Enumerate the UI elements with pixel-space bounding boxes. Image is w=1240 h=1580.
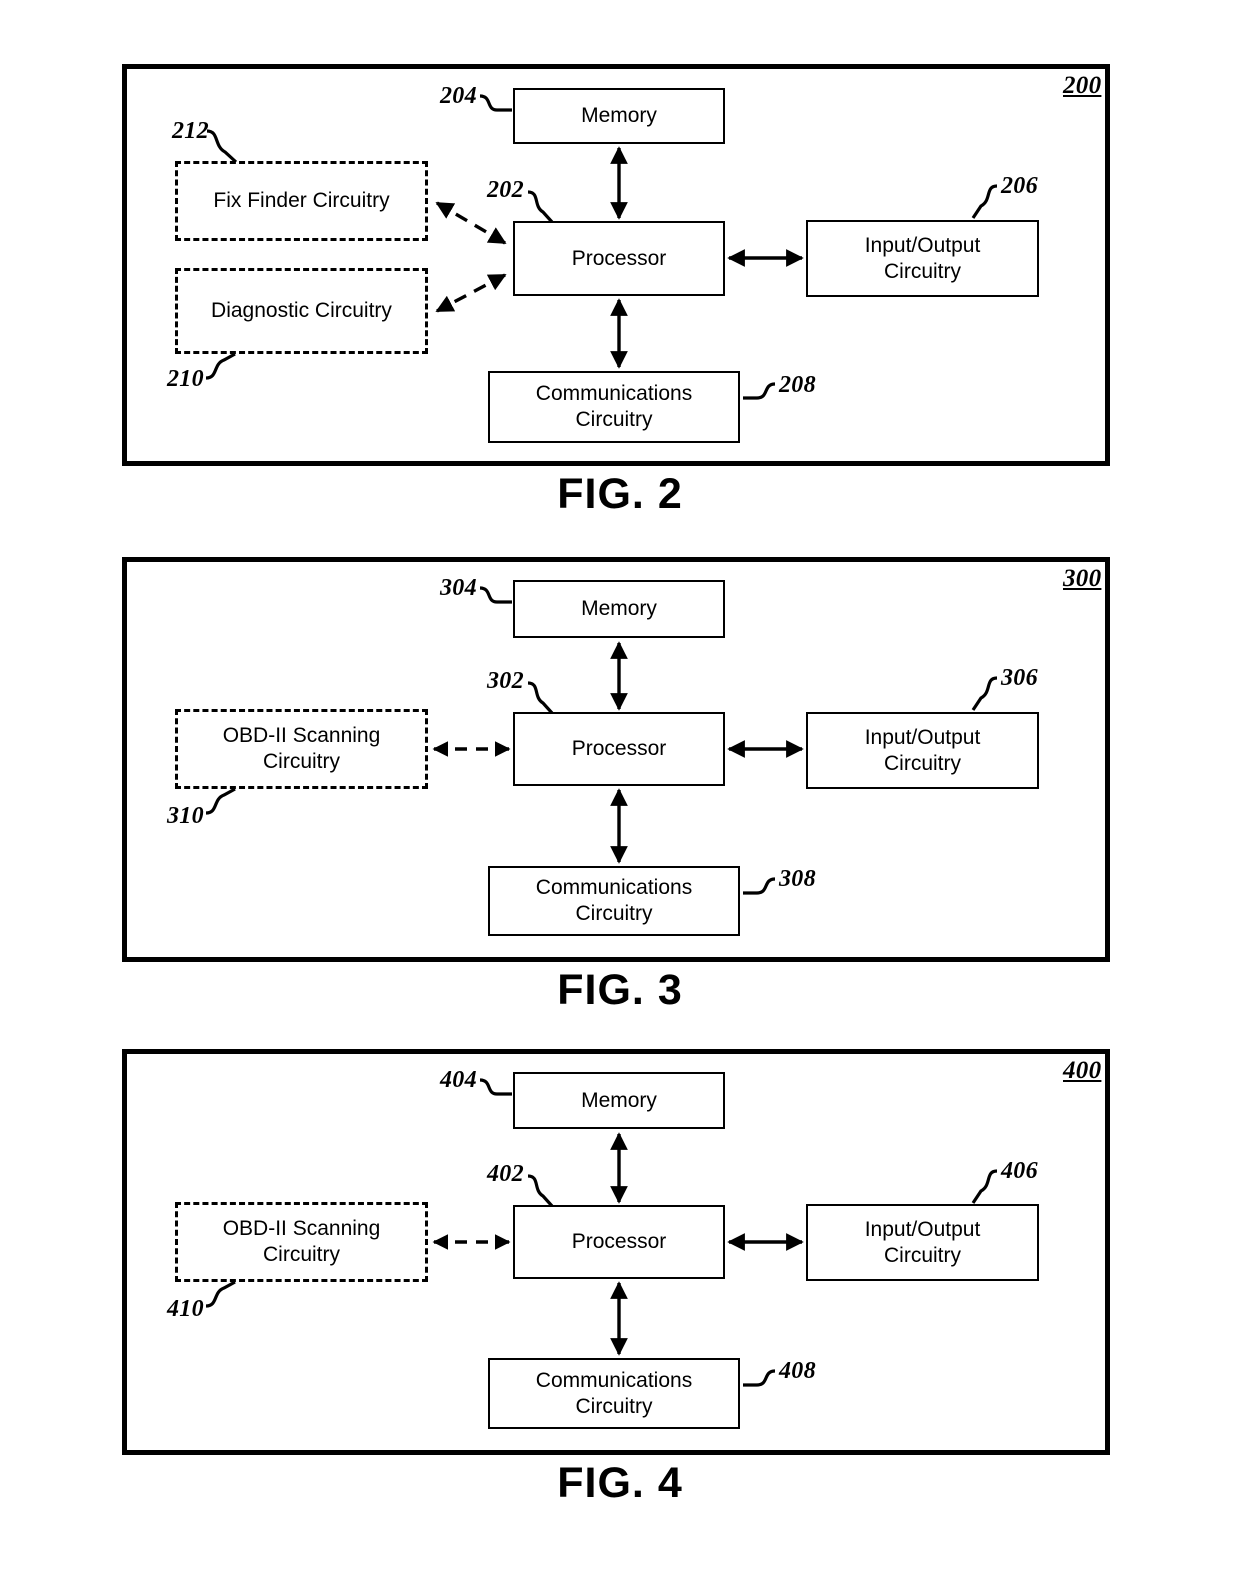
figure-2-comms-label-line1: Communications (535, 382, 693, 406)
figure-3-comms-label-line2: Circuitry (575, 902, 653, 925)
figure-4-caption: FIG. 4 (557, 1459, 683, 1507)
figure-2-memory-ref: 204 (440, 83, 477, 109)
figure-3-memory-box: Memory (513, 580, 725, 638)
figure-2-comms-ref: 208 (779, 372, 816, 398)
figure-3-comms-label-line1: Communications (535, 876, 693, 900)
figure-2-memory-label: Memory (581, 104, 657, 128)
figure-4-memory-label: Memory (581, 1088, 657, 1112)
figure-2-diagnostic-label: Diagnostic Circuitry (211, 299, 392, 323)
figure-2-io-box: Input/Output Circuitry (806, 220, 1039, 297)
figure-4-memory-ref: 404 (440, 1067, 477, 1093)
figure-2-comms-box: Communications Circuitry (488, 371, 740, 443)
figure-3-processor-label: Processor (571, 737, 667, 761)
figure-4-io-label-line2: Circuitry (884, 1243, 961, 1267)
figure-2-caption: FIG. 2 (557, 470, 683, 518)
figure-4-obd-box: OBD-II Scanning Circuitry (175, 1202, 428, 1282)
figure-4-comms-ref: 408 (779, 1358, 816, 1384)
figure-4-frame-ref: 400 (1063, 1057, 1102, 1084)
figure-3-obd-ref: 310 (167, 803, 204, 829)
figure-2-io-ref: 206 (1001, 173, 1038, 199)
figure-4-memory-box: Memory (513, 1072, 725, 1129)
figure-2-frame-ref: 200 (1063, 72, 1102, 99)
figure-4-obd-label-line1: OBD-II Scanning (222, 1217, 381, 1241)
figure-2-diagnostic-ref: 210 (167, 366, 204, 392)
figure-3-io-ref: 306 (1001, 665, 1038, 691)
figure-3-obd-label-line1: OBD-II Scanning (222, 724, 381, 748)
figure-4-processor-label: Processor (571, 1230, 667, 1254)
figure-3-comms-ref: 308 (779, 866, 816, 892)
figure-2-io-label-line1: Input/Output (864, 233, 981, 257)
figure-3-io-label-line1: Input/Output (864, 725, 981, 749)
figure-4-obd-label-line2: Circuitry (263, 1243, 340, 1266)
figure-2-memory-box: Memory (513, 88, 725, 144)
figure-2-diagnostic-box: Diagnostic Circuitry (175, 268, 428, 354)
figure-2-processor-ref: 202 (487, 177, 524, 203)
figure-4-io-label-line1: Input/Output (864, 1217, 981, 1241)
figure-3-obd-label-line2: Circuitry (263, 750, 340, 773)
figure-3-memory-ref: 304 (440, 575, 477, 601)
figure-3-memory-label: Memory (581, 597, 657, 621)
figure-3-processor-box: Processor (513, 712, 725, 786)
figure-2-io-label-line2: Circuitry (884, 259, 961, 283)
figure-2-processor-box: Processor (513, 221, 725, 296)
figure-2-comms-label-line2: Circuitry (575, 408, 653, 431)
figure-3-io-label-line2: Circuitry (884, 751, 961, 775)
figure-4-io-ref: 406 (1001, 1158, 1038, 1184)
figure-2-fix-finder-label: Fix Finder Circuitry (213, 189, 390, 213)
figure-3-obd-box: OBD-II Scanning Circuitry (175, 709, 428, 789)
figure-4-comms-label-line1: Communications (535, 1368, 693, 1392)
figure-2-fix-finder-box: Fix Finder Circuitry (175, 161, 428, 241)
figure-4-io-box: Input/Output Circuitry (806, 1204, 1039, 1281)
figure-3-caption: FIG. 3 (557, 966, 683, 1014)
figure-3-comms-box: Communications Circuitry (488, 866, 740, 936)
figure-4-comms-box: Communications Circuitry (488, 1358, 740, 1429)
figure-4-processor-box: Processor (513, 1205, 725, 1279)
figure-3-frame-ref: 300 (1063, 565, 1102, 592)
figure-3-io-box: Input/Output Circuitry (806, 712, 1039, 789)
figure-4-comms-label-line2: Circuitry (575, 1394, 653, 1418)
figure-2-fix-finder-ref: 212 (172, 118, 209, 144)
figure-4-processor-ref: 402 (487, 1161, 524, 1187)
figure-2-processor-label: Processor (571, 246, 667, 270)
figure-4-obd-ref: 410 (167, 1296, 204, 1322)
figure-3-processor-ref: 302 (487, 668, 524, 694)
